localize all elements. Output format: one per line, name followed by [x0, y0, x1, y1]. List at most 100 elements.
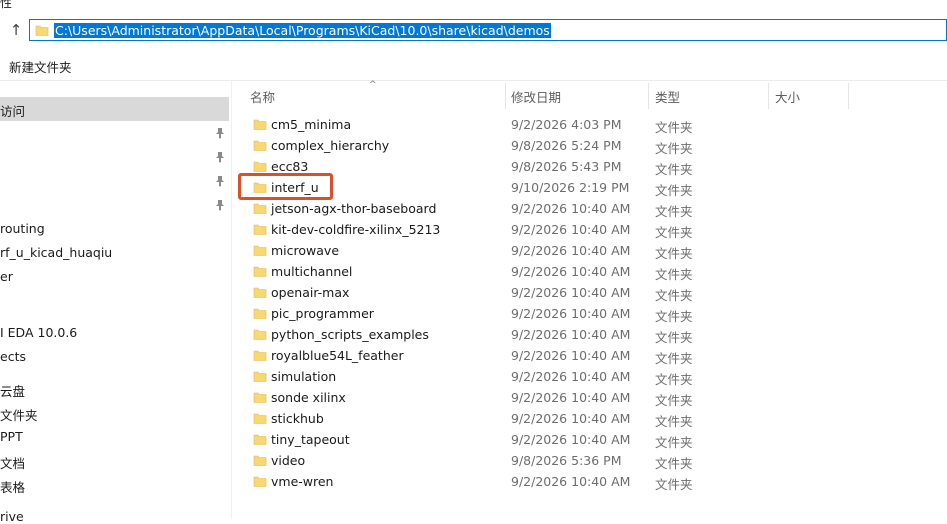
file-modified: 9/2/2026 10:40 AM: [511, 474, 631, 489]
folder-icon: [253, 203, 267, 214]
file-name: kit-dev-coldfire-xilinx_5213: [271, 222, 441, 237]
file-name: vme-wren: [271, 474, 334, 489]
file-type: 文件夹: [655, 204, 693, 219]
file-row[interactable]: interf_u 9/10/2026 2:19 PM 文件夹: [240, 177, 947, 198]
file-row[interactable]: sonde xilinx 9/2/2026 10:40 AM 文件夹: [240, 387, 947, 408]
folder-icon: [253, 329, 267, 340]
file-row[interactable]: complex_hierarchy 9/8/2026 5:24 PM 文件夹: [240, 135, 947, 156]
file-row[interactable]: simulation 9/2/2026 10:40 AM 文件夹: [240, 366, 947, 387]
file-row[interactable]: multichannel 9/2/2026 10:40 AM 文件夹: [240, 261, 947, 282]
folder-icon: [253, 140, 267, 151]
file-type: 文件夹: [655, 351, 693, 366]
column-divider[interactable]: [648, 83, 649, 109]
folder-icon: [253, 161, 267, 172]
file-type: 文件夹: [655, 288, 693, 303]
folder-icon: [253, 434, 267, 445]
new-folder-button[interactable]: 新建文件夹: [9, 57, 72, 76]
folder-icon: [253, 392, 267, 403]
nav-item[interactable]: routing: [0, 221, 45, 236]
pin-icon[interactable]: [214, 199, 226, 211]
column-divider[interactable]: [505, 83, 506, 109]
folder-icon: [253, 266, 267, 277]
file-name: complex_hierarchy: [271, 138, 390, 153]
file-name: multichannel: [271, 264, 353, 279]
file-type: 文件夹: [655, 141, 693, 156]
file-row[interactable]: stickhub 9/2/2026 10:40 AM 文件夹: [240, 408, 947, 429]
file-row[interactable]: vme-wren 9/2/2026 10:40 AM 文件夹: [240, 471, 947, 492]
file-type: 文件夹: [655, 246, 693, 261]
file-type: 文件夹: [655, 225, 693, 240]
column-divider[interactable]: [768, 83, 769, 109]
file-name: royalblue54L_feather: [271, 348, 404, 363]
file-type: 文件夹: [655, 120, 693, 135]
file-row[interactable]: openair-max 9/2/2026 10:40 AM 文件夹: [240, 282, 947, 303]
file-type: 文件夹: [655, 183, 693, 198]
nav-item[interactable]: er: [0, 269, 13, 284]
up-arrow-icon[interactable]: ↑: [6, 20, 26, 40]
file-name: microwave: [271, 243, 340, 258]
folder-icon: [35, 25, 49, 36]
file-row[interactable]: tiny_tapeout 9/2/2026 10:40 AM 文件夹: [240, 429, 947, 450]
file-type: 文件夹: [655, 435, 693, 450]
window-title-fragment: 性: [0, 0, 13, 10]
file-row[interactable]: jetson-agx-thor-baseboard 9/2/2026 10:40 …: [240, 198, 947, 219]
pin-icon[interactable]: [214, 127, 226, 139]
nav-selection-highlight: [0, 97, 229, 121]
nav-item[interactable]: I EDA 10.0.6: [0, 325, 77, 340]
nav-item[interactable]: PPT: [0, 429, 23, 444]
folder-icon: [253, 245, 267, 256]
file-name: openair-max: [271, 285, 350, 300]
folder-icon: [253, 119, 267, 130]
nav-item[interactable]: 文档: [0, 453, 25, 472]
file-modified: 9/2/2026 10:40 AM: [511, 327, 631, 342]
file-row[interactable]: kit-dev-coldfire-xilinx_5213 9/2/2026 10:…: [240, 219, 947, 240]
file-modified: 9/10/2026 2:19 PM: [511, 180, 630, 195]
file-modified: 9/2/2026 10:40 AM: [511, 243, 631, 258]
nav-item[interactable]: 表格: [0, 477, 25, 496]
highlight-annotation: [238, 173, 333, 200]
column-header-name[interactable]: 名称: [250, 87, 275, 106]
column-header-type[interactable]: 类型: [655, 87, 680, 106]
folder-icon: [253, 476, 267, 487]
file-row[interactable]: video 9/8/2026 5:36 PM 文件夹: [240, 450, 947, 471]
file-type: 文件夹: [655, 372, 693, 387]
file-type: 文件夹: [655, 330, 693, 345]
column-divider[interactable]: [848, 83, 849, 109]
column-header-size[interactable]: 大小: [775, 87, 800, 106]
nav-item[interactable]: 云盘: [0, 381, 25, 400]
file-modified: 9/2/2026 4:03 PM: [511, 117, 622, 132]
address-path[interactable]: C:\Users\Administrator\AppData\Local\Pro…: [54, 23, 551, 38]
pin-icon[interactable]: [214, 151, 226, 163]
file-type: 文件夹: [655, 477, 693, 492]
nav-item[interactable]: rf_u_kicad_huaqiu: [0, 245, 112, 260]
file-modified: 9/8/2026 5:36 PM: [511, 453, 622, 468]
pane-divider[interactable]: [231, 81, 232, 519]
address-bar[interactable]: C:\Users\Administrator\AppData\Local\Pro…: [29, 19, 947, 41]
file-row[interactable]: royalblue54L_feather 9/2/2026 10:40 AM 文件夹: [240, 345, 947, 366]
file-name: python_scripts_examples: [271, 327, 429, 342]
folder-icon: [253, 287, 267, 298]
nav-item-quick-access[interactable]: 访问: [0, 101, 25, 120]
nav-item[interactable]: 文件夹: [0, 405, 38, 424]
file-modified: 9/2/2026 10:40 AM: [511, 306, 631, 321]
file-row[interactable]: ecc83 9/8/2026 5:43 PM 文件夹: [240, 156, 947, 177]
file-row[interactable]: cm5_minima 9/2/2026 4:03 PM 文件夹: [240, 114, 947, 135]
folder-icon: [253, 371, 267, 382]
folder-icon: [253, 413, 267, 424]
file-name: simulation: [271, 369, 337, 384]
column-header-modified[interactable]: 修改日期: [511, 87, 561, 106]
file-modified: 9/8/2026 5:43 PM: [511, 159, 622, 174]
file-modified: 9/2/2026 10:40 AM: [511, 411, 631, 426]
file-type: 文件夹: [655, 456, 693, 471]
sort-ascending-icon: ^: [369, 80, 377, 90]
file-type: 文件夹: [655, 267, 693, 282]
file-name: video: [271, 453, 306, 468]
pin-icon[interactable]: [214, 175, 226, 187]
nav-item[interactable]: ects: [0, 349, 26, 364]
file-modified: 9/2/2026 10:40 AM: [511, 432, 631, 447]
file-row[interactable]: pic_programmer 9/2/2026 10:40 AM 文件夹: [240, 303, 947, 324]
nav-item[interactable]: rive: [0, 509, 24, 524]
file-row[interactable]: python_scripts_examples 9/2/2026 10:40 AM…: [240, 324, 947, 345]
file-modified: 9/2/2026 10:40 AM: [511, 348, 631, 363]
file-row[interactable]: microwave 9/2/2026 10:40 AM 文件夹: [240, 240, 947, 261]
